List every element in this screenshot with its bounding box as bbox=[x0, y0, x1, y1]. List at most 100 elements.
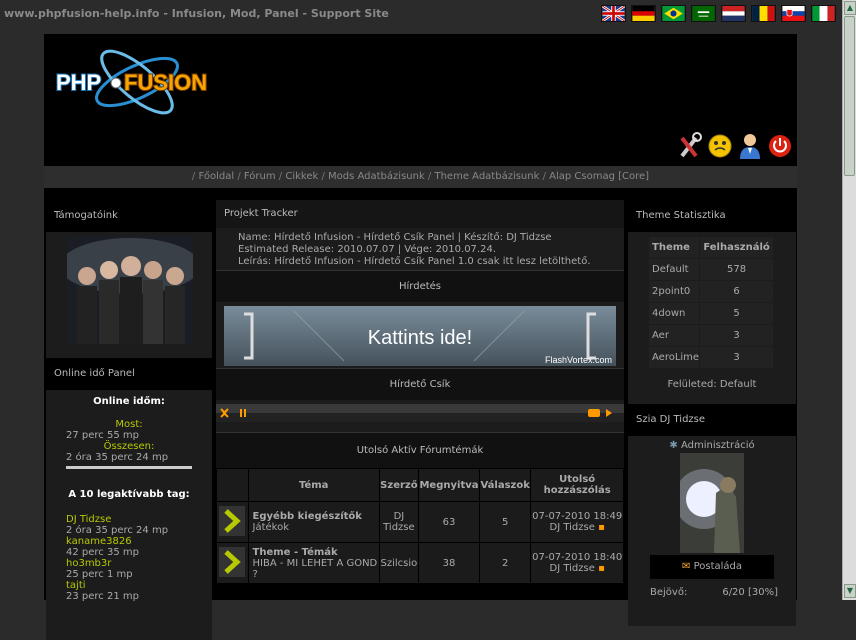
inbox-label: Bejövő: bbox=[650, 587, 688, 598]
scroll-thumb[interactable] bbox=[844, 16, 855, 176]
user-avatar[interactable] bbox=[680, 453, 744, 553]
logout-power-icon[interactable] bbox=[767, 132, 793, 160]
nav-link-articles[interactable]: Cikkek bbox=[285, 171, 318, 182]
last-post-user[interactable]: DJ Tidzse bbox=[550, 522, 595, 533]
romanian-flag-icon[interactable] bbox=[751, 5, 776, 22]
now-value: 27 perc 55 mp bbox=[66, 430, 139, 441]
table-row[interactable]: Egyébb kiegészítők Játékok DJ Tidzse 63 5… bbox=[217, 502, 623, 542]
site-header: PHP FUSION bbox=[44, 34, 797, 166]
ad-strip[interactable] bbox=[216, 404, 624, 422]
tracker-line-name: Name: Hírdető Infusion - Hírdető Csík Pa… bbox=[238, 232, 552, 243]
divider-bar bbox=[66, 466, 192, 469]
top-user-name[interactable]: kaname3826 bbox=[66, 536, 192, 547]
mailbox-label: Postaláda bbox=[693, 561, 742, 572]
language-flags bbox=[601, 5, 836, 22]
stats-col-theme: Theme bbox=[649, 237, 700, 258]
stats-col-users: Felhasználó bbox=[700, 237, 773, 258]
topic-title[interactable]: Egyébb kiegészítők bbox=[253, 511, 379, 522]
mailbox-icon: ✉ bbox=[681, 561, 691, 572]
nav-link-forum[interactable]: Fórum bbox=[244, 171, 276, 182]
ad-strip-panel bbox=[216, 400, 624, 428]
german-flag-icon[interactable] bbox=[631, 5, 656, 22]
brazil-flag-icon[interactable] bbox=[661, 5, 686, 22]
nav-link-core[interactable]: Alap Csomag [Core] bbox=[549, 171, 649, 182]
tools-icon[interactable] bbox=[677, 132, 703, 160]
logo-text-php: PHP bbox=[56, 70, 101, 95]
last-post-date: 07-07-2010 18:40 bbox=[532, 552, 623, 563]
topic-replies: 2 bbox=[480, 543, 531, 583]
user-icon[interactable] bbox=[737, 132, 763, 160]
nav-link-themes[interactable]: Theme Adatbázisunk bbox=[434, 171, 539, 182]
left-sidebar: Támogatóink Online idő Panel Online időm… bbox=[46, 200, 212, 640]
php-fusion-logo[interactable]: PHP FUSION bbox=[52, 42, 232, 126]
dutch-flag-icon[interactable] bbox=[721, 5, 746, 22]
last-post-icon[interactable]: ▪ bbox=[598, 563, 605, 574]
topic-views: 38 bbox=[418, 543, 480, 583]
nav-link-mods[interactable]: Mods Adatbázisunk bbox=[328, 171, 425, 182]
topic-views: 63 bbox=[418, 502, 480, 542]
banner-credit: FlashVortex.com bbox=[545, 355, 612, 365]
your-theme: Felületed: Default bbox=[667, 379, 757, 390]
banner-text: Kattints ide! bbox=[368, 327, 473, 349]
my-online-heading: Online időm: bbox=[93, 396, 165, 407]
top-user-time: 25 perc 1 mp bbox=[66, 569, 133, 580]
saudi-flag-icon[interactable] bbox=[691, 5, 716, 22]
table-row[interactable]: Theme - Témák HIBA - MI LEHET A GOND ? Sz… bbox=[217, 543, 623, 583]
ad-panel: Kattints ide! FlashVortex.com bbox=[216, 302, 624, 368]
user-panel: ✱ Adminisztráció ✉ Postaláda Bejövő: 6/2… bbox=[628, 436, 796, 626]
sponsor-image[interactable] bbox=[60, 236, 200, 344]
scroll-down-icon[interactable]: ▼ bbox=[844, 584, 856, 598]
last-post-user[interactable]: DJ Tidzse bbox=[550, 563, 595, 574]
right-sidebar: Theme Statisztika Theme Felhasználó Defau… bbox=[628, 200, 796, 626]
table-row: 2point0 6 bbox=[649, 281, 773, 302]
admin-link[interactable]: Adminisztráció bbox=[681, 440, 755, 451]
now-label: Most: bbox=[115, 419, 143, 430]
topic-author[interactable]: DJ Tidzse bbox=[379, 502, 418, 542]
strip-panel-title: Hírdető Csík bbox=[216, 368, 624, 400]
inbox-row: Bejövő: 6/20 [30%] bbox=[628, 581, 796, 598]
table-row: Aer 3 bbox=[649, 325, 773, 346]
ad-panel-title: Hírdetés bbox=[216, 270, 624, 302]
top-users-heading: A 10 legaktívabb tag: bbox=[68, 489, 190, 500]
col-topic: Téma bbox=[248, 469, 379, 501]
top-user-time: 2 óra 35 perc 24 mp bbox=[66, 525, 169, 536]
ad-banner[interactable]: Kattints ide! FlashVortex.com bbox=[224, 306, 616, 366]
inbox-value: 6/20 [30%] bbox=[722, 587, 778, 598]
last-post-icon[interactable]: ▪ bbox=[598, 522, 605, 533]
forum-panel-title: Utolsó Aktív Fórumtémák bbox=[216, 432, 624, 468]
header-toolbar bbox=[677, 132, 793, 160]
site-title: www.phpfusion-help.info - Infusion, Mod,… bbox=[4, 7, 389, 20]
page-main: PHP FUSION / Főoldal / Fórum / Cikkek / … bbox=[44, 34, 797, 640]
top-user-name[interactable]: tajti bbox=[66, 580, 192, 591]
uk-flag-icon[interactable] bbox=[601, 5, 626, 22]
topic-forum[interactable]: HIBA - MI LEHET A GOND ? bbox=[253, 558, 379, 580]
mailbox-button[interactable]: ✉ Postaláda bbox=[650, 555, 774, 579]
nav-link-home[interactable]: Főoldal bbox=[198, 171, 234, 182]
smiley-icon[interactable] bbox=[707, 132, 733, 160]
top-user-time: 42 perc 35 mp bbox=[66, 547, 139, 558]
topic-forum[interactable]: Játékok bbox=[253, 522, 379, 533]
table-row: AeroLime 3 bbox=[649, 347, 773, 368]
project-tracker-panel: Name: Hírdető Infusion - Hírdető Csík Pa… bbox=[216, 228, 624, 270]
browser-top-bar: www.phpfusion-help.info - Infusion, Mod,… bbox=[0, 0, 842, 30]
top-user-time: 23 perc 21 mp bbox=[66, 591, 139, 602]
top-user-name[interactable]: DJ Tidzse bbox=[66, 514, 192, 525]
col-replies: Válaszok bbox=[480, 469, 531, 501]
italian-flag-icon[interactable] bbox=[811, 5, 836, 22]
top-user-name[interactable]: ho3mb3r bbox=[66, 558, 192, 569]
tracker-line-release: Estimated Release: 2010.07.07 | Vége: 20… bbox=[238, 244, 496, 255]
admin-star-icon: ✱ bbox=[669, 440, 678, 451]
logo-text-fusion: FUSION bbox=[124, 70, 207, 95]
online-time-panel-title: Online idő Panel bbox=[46, 358, 212, 390]
topic-author[interactable]: Szilcsio bbox=[379, 543, 418, 583]
main-navigation: / Főoldal / Fórum / Cikkek / Mods Adatbá… bbox=[44, 166, 797, 188]
scroll-up-icon[interactable]: ▲ bbox=[844, 1, 856, 15]
topic-replies: 5 bbox=[480, 502, 531, 542]
theme-stats-title: Theme Statisztika bbox=[628, 200, 796, 232]
tracker-line-description: Leírás: Hírdető Infusion - Hírdető Csík … bbox=[238, 256, 591, 267]
online-time-panel: Online időm: Most: 27 perc 55 mp Összese… bbox=[46, 390, 212, 640]
slovak-flag-icon[interactable] bbox=[781, 5, 806, 22]
topic-title[interactable]: Theme - Témák bbox=[253, 547, 379, 558]
tracker-title: Projekt Tracker bbox=[216, 200, 624, 228]
vertical-scrollbar[interactable]: ▲ ▼ bbox=[842, 0, 856, 600]
